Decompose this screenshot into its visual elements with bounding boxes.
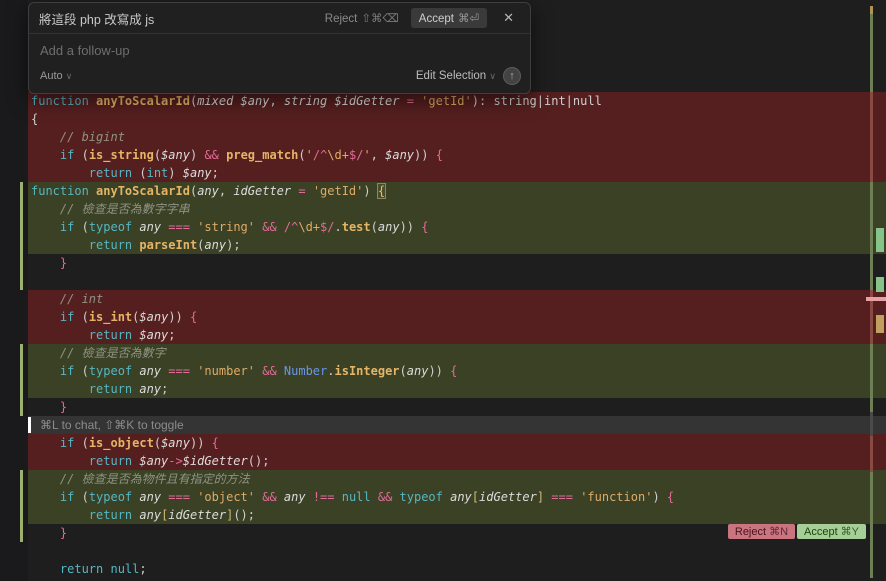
followup-input[interactable]: Add a follow-up bbox=[40, 43, 519, 58]
code-line[interactable]: return parseInt(any); bbox=[28, 236, 886, 254]
reject-shortcut: ⇧⌘⌫ bbox=[361, 13, 398, 25]
code-line[interactable]: } bbox=[28, 254, 886, 272]
code-line[interactable]: if (typeof any === 'number' && Number.is… bbox=[28, 362, 886, 380]
chevron-down-icon: ∨ bbox=[489, 71, 496, 81]
code-line[interactable]: if (typeof any === 'string' && /^\d+$/.t… bbox=[28, 218, 886, 236]
gutter bbox=[0, 0, 28, 581]
code-line[interactable]: return (int) $any; bbox=[28, 164, 886, 182]
ruler-mark bbox=[876, 228, 884, 252]
overview-ruler-segment[interactable] bbox=[870, 472, 873, 578]
code-line[interactable] bbox=[28, 542, 886, 560]
code-line[interactable]: return $any->$idGetter(); bbox=[28, 452, 886, 470]
cursor-caret bbox=[28, 417, 31, 433]
code-line[interactable]: if (is_string($any) && preg_match('/^\d+… bbox=[28, 146, 886, 164]
code-line[interactable]: return any[idGetter](); bbox=[28, 506, 886, 524]
overview-ruler-segment[interactable] bbox=[870, 14, 873, 92]
code-line[interactable]: if (is_object($any)) { bbox=[28, 434, 886, 452]
code-line[interactable]: if (typeof any === 'object' && any !== n… bbox=[28, 488, 886, 506]
code-line[interactable]: // 檢查是否為數字 bbox=[28, 344, 886, 362]
inline-edit-panel: 將這段 php 改寫成 js Reject⇧⌘⌫ Accept⌘⏎ ✕ Add … bbox=[28, 2, 531, 94]
code-line[interactable]: if (is_int($any)) { bbox=[28, 308, 886, 326]
chevron-down-icon: ∨ bbox=[66, 71, 73, 81]
gutter-added-bar bbox=[20, 182, 23, 290]
ruler-mark bbox=[876, 277, 884, 292]
close-icon[interactable]: ✕ bbox=[497, 9, 520, 27]
code-line[interactable]: return $any; bbox=[28, 326, 886, 344]
gutter-added-bar bbox=[20, 344, 23, 416]
code-line[interactable]: } bbox=[28, 398, 886, 416]
diff-reject-button[interactable]: Reject⌘N bbox=[728, 524, 795, 539]
ruler-mark bbox=[876, 315, 884, 333]
diff-action-chips: Reject⌘N Accept⌘Y bbox=[728, 524, 866, 539]
code-line[interactable]: { bbox=[28, 110, 886, 128]
panel-header: 將這段 php 改寫成 js Reject⇧⌘⌫ Accept⌘⏎ ✕ bbox=[29, 3, 530, 34]
overview-ruler-segment[interactable] bbox=[870, 6, 873, 14]
diff-code-area[interactable]: function anyToScalarId(mixed $any, strin… bbox=[28, 92, 886, 578]
code-line[interactable] bbox=[28, 272, 886, 290]
code-line[interactable]: // 檢查是否為數字字串 bbox=[28, 200, 886, 218]
overview-ruler-segment[interactable] bbox=[870, 182, 873, 290]
diff-accept-button[interactable]: Accept⌘Y bbox=[797, 524, 866, 539]
panel-title: 將這段 php 改寫成 js bbox=[39, 9, 321, 28]
code-line[interactable]: // bigint bbox=[28, 128, 886, 146]
reject-button[interactable]: Reject⇧⌘⌫ bbox=[321, 9, 403, 27]
submit-button[interactable]: ↑ bbox=[503, 67, 521, 85]
gutter-added-bar bbox=[20, 470, 23, 542]
code-line[interactable]: function anyToScalarId(mixed $any, strin… bbox=[28, 92, 886, 110]
overview-ruler-segment[interactable] bbox=[870, 92, 873, 182]
edit-selection-dropdown[interactable]: Edit Selection ∨ bbox=[416, 70, 496, 82]
ruler-mark bbox=[866, 297, 886, 301]
code-editor[interactable]: function anyToScalarId(mixed $any, strin… bbox=[0, 0, 886, 581]
overview-ruler-segment[interactable] bbox=[870, 412, 873, 436]
overview-ruler-segment[interactable] bbox=[870, 436, 873, 472]
code-line[interactable]: function anyToScalarId(any, idGetter = '… bbox=[28, 182, 886, 200]
arrow-up-icon: ↑ bbox=[509, 70, 515, 82]
code-line[interactable]: // 檢查是否為物件且有指定的方法 bbox=[28, 470, 886, 488]
code-line[interactable]: return any; bbox=[28, 380, 886, 398]
overview-ruler-segment[interactable] bbox=[870, 344, 873, 412]
inline-hint-line[interactable]: ⌘L to chat, ⇧⌘K to toggle bbox=[28, 416, 886, 434]
code-line[interactable]: return null; bbox=[28, 560, 886, 578]
mode-selector[interactable]: Auto ∨ bbox=[40, 70, 72, 82]
accept-shortcut: ⌘⏎ bbox=[458, 13, 479, 25]
accept-button[interactable]: Accept⌘⏎ bbox=[411, 8, 487, 28]
inline-hint: ⌘L to chat, ⇧⌘K to toggle bbox=[31, 418, 184, 432]
code-line[interactable]: // int bbox=[28, 290, 886, 308]
